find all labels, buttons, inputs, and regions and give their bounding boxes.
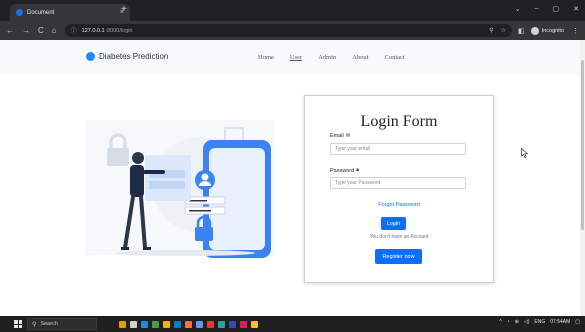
- screen: Document × + ⌄ – ▢ ✕ ← → C ⌂ ⓘ 127.0.0.1…: [0, 0, 585, 332]
- bookmark-star-icon[interactable]: ☆: [501, 27, 506, 34]
- email-placeholder: Type your email: [335, 146, 371, 152]
- email-field[interactable]: Type your email: [330, 143, 466, 155]
- notifications-icon[interactable]: ▢: [575, 319, 580, 325]
- home-icon[interactable]: ⌂: [52, 26, 57, 35]
- incognito-indicator[interactable]: Incognito: [530, 26, 564, 35]
- scrollbar-thumb[interactable]: [581, 60, 584, 230]
- language-indicator[interactable]: ENG: [534, 319, 545, 325]
- tray-status-icon[interactable]: ◔: [507, 319, 510, 325]
- back-icon[interactable]: ←: [6, 26, 14, 35]
- taskbar-app-icon[interactable]: [130, 320, 137, 328]
- tab-title: Document: [27, 9, 55, 16]
- clock[interactable]: 07:54AM: [550, 319, 570, 325]
- login-card: Login Form Email ✉ Type your email Passw…: [304, 95, 494, 283]
- no-account-text: You don't have an Account: [369, 234, 429, 240]
- zoom-search-icon[interactable]: ⚲: [489, 27, 493, 34]
- password-field[interactable]: Type your Password: [330, 177, 466, 189]
- email-label-text: Email: [330, 133, 344, 139]
- page-scrollbar[interactable]: [580, 40, 585, 316]
- brand-name: Diabetes Prediction: [99, 52, 169, 61]
- brand[interactable]: Diabetes Prediction: [86, 52, 168, 61]
- register-button[interactable]: Register now: [375, 249, 422, 264]
- browser-menu-icon[interactable]: ⋮: [572, 27, 579, 35]
- taskbar-app-icon[interactable]: [240, 320, 247, 328]
- tab-favicon-icon: [16, 9, 23, 16]
- browser-tab[interactable]: Document ×: [10, 4, 130, 21]
- maximize-button[interactable]: ▢: [553, 5, 560, 13]
- password-label-text: Password: [330, 167, 355, 174]
- taskbar-app-icon[interactable]: [229, 320, 236, 328]
- forward-icon[interactable]: →: [22, 26, 30, 35]
- site-navbar: Diabetes Prediction Home User Admin Abou…: [0, 40, 580, 74]
- reload-icon[interactable]: C: [38, 26, 44, 35]
- lock-icon: 🔒︎: [356, 167, 360, 173]
- taskbar-apps: [119, 320, 258, 328]
- window-controls: ⌄ – ▢ ✕: [515, 5, 579, 13]
- volume-icon[interactable]: ◁): [524, 319, 530, 325]
- taskbar-app-icon[interactable]: [141, 320, 148, 328]
- brand-logo-icon: [86, 52, 95, 61]
- taskbar-app-icon[interactable]: [207, 320, 214, 328]
- nav-buttons: ← → C ⌂: [6, 26, 57, 35]
- minimize-button[interactable]: –: [535, 5, 539, 13]
- taskbar-app-icon[interactable]: [152, 320, 159, 328]
- browser-toolbar: ← → C ⌂ ⓘ 127.0.0.1 :8000/login ⚲ ☆ ◧ In…: [0, 21, 585, 40]
- browser-tab-bar: Document × + ⌄ – ▢ ✕: [0, 0, 585, 21]
- taskbar-app-icon[interactable]: [163, 320, 170, 328]
- incognito-label: Incognito: [541, 27, 564, 34]
- windows-taskbar: ⚲ Search ^ ◔ ⊕ ◁) ENG 07:54AM ▢: [0, 316, 585, 332]
- incognito-icon: [530, 26, 539, 35]
- nav-about[interactable]: About: [352, 54, 368, 61]
- close-window-button[interactable]: ✕: [573, 5, 579, 13]
- envelope-icon: ✉: [345, 133, 351, 139]
- taskbar-app-icon[interactable]: [185, 320, 192, 328]
- search-icon: ⚲: [32, 321, 37, 328]
- url-path: :8000/login: [105, 27, 133, 34]
- start-button[interactable]: [14, 320, 22, 328]
- nav-home[interactable]: Home: [258, 54, 274, 61]
- taskbar-app-icon[interactable]: [251, 320, 258, 328]
- system-tray: ^ ◔ ⊕ ◁) ENG 07:54AM ▢: [499, 319, 580, 325]
- sidebar-toggle-icon[interactable]: ◧: [518, 27, 525, 35]
- network-icon[interactable]: ⊕: [515, 319, 519, 325]
- taskbar-app-icon[interactable]: [119, 320, 126, 328]
- login-button[interactable]: Login: [381, 217, 406, 230]
- taskbar-search[interactable]: ⚲ Search: [27, 318, 97, 330]
- nav-contact[interactable]: Contact: [384, 54, 404, 61]
- new-tab-button[interactable]: +: [121, 5, 127, 15]
- nav-user[interactable]: User: [290, 54, 302, 61]
- tab-search-icon[interactable]: ⌄: [515, 5, 521, 13]
- login-illustration: [85, 120, 275, 258]
- taskbar-app-icon[interactable]: [174, 320, 181, 328]
- ground-shadow: [115, 250, 255, 256]
- taskbar-app-icon[interactable]: [196, 320, 203, 328]
- mouse-cursor-icon: [521, 148, 528, 158]
- site-info-icon[interactable]: ⓘ: [71, 26, 77, 35]
- tray-expand-icon[interactable]: ^: [499, 319, 501, 325]
- taskbar-app-icon[interactable]: [218, 320, 225, 328]
- nav-links: Home User Admin About Contact: [258, 54, 405, 61]
- password-placeholder: Type your Password: [335, 180, 381, 186]
- taskbar-search-label: Search: [40, 321, 58, 327]
- address-bar[interactable]: ⓘ 127.0.0.1 :8000/login ⚲ ☆: [64, 24, 513, 37]
- password-label: Password 🔒︎: [330, 167, 359, 174]
- email-label: Email ✉: [330, 133, 350, 139]
- url-host: 127.0.0.1: [81, 27, 105, 34]
- nav-admin[interactable]: Admin: [318, 54, 336, 61]
- forgot-password-link[interactable]: Forgot Password: [305, 202, 493, 208]
- login-title: Login Form: [360, 113, 438, 130]
